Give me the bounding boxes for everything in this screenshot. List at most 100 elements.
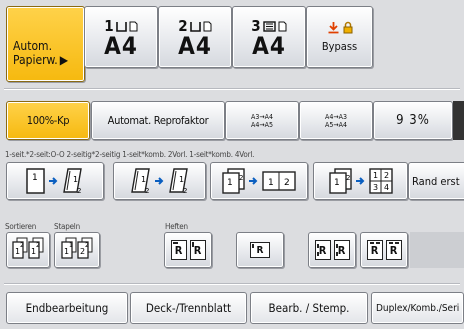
triangle-right-icon: ▶ — [59, 53, 68, 67]
two-sided-page-icon: 12 — [168, 168, 188, 194]
duplex-2to2-button[interactable]: 12 12 — [113, 162, 206, 200]
margin-erase-button[interactable]: Rand erst — [408, 162, 464, 200]
svg-text:2: 2 — [346, 174, 350, 182]
arrow-right-icon — [355, 177, 364, 185]
staple-page-glyph: R — [174, 243, 183, 257]
staple-two-top-button[interactable]: R R — [360, 232, 408, 268]
portrait-sheet-icon — [203, 21, 212, 31]
preset-enlarge-line2: A5→A4 — [325, 120, 347, 129]
staple-page-glyph: R — [318, 243, 327, 257]
staple-top-right-page-icon: R — [250, 242, 270, 258]
combine-2-originals-button[interactable]: 12 12 — [210, 162, 308, 200]
svg-text:1: 1 — [227, 178, 233, 188]
tray-paper-size: A4 — [252, 31, 286, 60]
divider — [4, 283, 460, 285]
staple-page-glyph: R — [389, 243, 398, 257]
full-size-button[interactable]: 100%-Kp — [6, 101, 90, 140]
svg-text:2: 2 — [85, 242, 89, 249]
stack-section-label: Stapeln — [54, 222, 80, 231]
preset-reduce-button[interactable]: A3→A4 A4→A5 — [225, 101, 299, 140]
svg-text:2: 2 — [145, 187, 149, 194]
sort-button[interactable]: 1212 — [6, 232, 50, 268]
one-sided-page-icon: 1 — [26, 168, 45, 194]
svg-text:1: 1 — [32, 173, 38, 183]
two-pages-icon: 12 — [328, 168, 352, 194]
tray-paper-size: A4 — [104, 31, 138, 60]
preset-enlarge-line1: A4→A3 — [325, 112, 347, 121]
staple-top-left-page-icon: R — [170, 240, 187, 260]
auto-reduce-enlarge-label: Automat. Reprofaktor — [107, 114, 209, 127]
two-pages-icon: 12 — [222, 168, 245, 194]
svg-text:4: 4 — [384, 183, 389, 192]
staple-page-glyph: R — [370, 243, 379, 257]
svg-text:2: 2 — [36, 242, 40, 249]
sort-section-label: Sortieren — [5, 222, 37, 231]
stack-button[interactable]: 1122 — [54, 232, 100, 268]
two-sided-page-icon: 12 — [130, 168, 150, 194]
arrow-right-icon — [249, 177, 258, 185]
svg-text:1: 1 — [334, 178, 340, 188]
duplex-section-labels: 1-seit.*2-seit:O-O 2-seitig*2-seitig 1-s… — [5, 150, 255, 159]
svg-text:3: 3 — [373, 183, 378, 192]
combined-4up-page-icon: 1 23 4 — [368, 168, 393, 194]
tray-3-button[interactable]: 3 A4 — [232, 6, 306, 68]
svg-text:2: 2 — [20, 242, 24, 249]
tray-1-button[interactable]: 1 A4 — [84, 6, 158, 68]
zoom-ratio-value: 9 3% — [396, 113, 430, 128]
auto-paper-label-line2: Papierw. — [13, 53, 58, 67]
preset-reduce-line2: A4→A5 — [251, 120, 273, 129]
svg-text:1: 1 — [373, 171, 378, 180]
staple-top-left-button[interactable]: R R — [164, 232, 212, 268]
staple-page-glyph: R — [256, 244, 264, 256]
stack-pages-icon: 1122 — [61, 237, 93, 259]
paper-tray-icon — [189, 21, 201, 32]
duplex-1to2-button[interactable]: 1 1 2 — [6, 162, 104, 200]
tab-duplex-combine-series[interactable]: Duplex/Komb./Seri — [371, 292, 464, 324]
tab-cover-slip-sheet[interactable]: Deck-/Trennblatt — [130, 292, 247, 324]
svg-text:2: 2 — [77, 187, 81, 194]
svg-text:2: 2 — [284, 178, 290, 188]
divider — [4, 88, 460, 90]
tray-2-button[interactable]: 2 A4 — [158, 6, 232, 68]
auto-paper-label-line1: Autom. — [13, 39, 53, 53]
staple-top-right-button[interactable]: R — [236, 232, 284, 268]
preset-reduce-line1: A3→A4 — [251, 112, 273, 121]
staple-two-left-page-icon: R — [314, 240, 331, 260]
staple-page-glyph: R — [337, 243, 346, 257]
svg-text:2: 2 — [183, 187, 187, 194]
staple-top-left-page-icon: R — [189, 240, 206, 260]
bypass-arrow-icon — [328, 22, 338, 34]
svg-text:1: 1 — [268, 178, 274, 188]
svg-text:1: 1 — [141, 175, 146, 184]
svg-text:2: 2 — [384, 171, 389, 180]
bypass-tray-button[interactable]: Bypass — [306, 6, 373, 68]
bypass-label: Bypass — [321, 40, 358, 53]
tab-edit-stamp[interactable]: Bearb. / Stemp. — [250, 292, 368, 324]
portrait-sheet-icon — [129, 21, 138, 31]
svg-text:2: 2 — [239, 174, 243, 182]
lock-icon — [343, 21, 352, 34]
large-capacity-tray-icon — [262, 20, 276, 32]
staple-two-top-page-icon: R — [366, 240, 383, 260]
staple-two-left-button[interactable]: R R — [308, 232, 356, 268]
auto-reduce-enlarge-button[interactable]: Automat. Reprofaktor — [91, 101, 225, 140]
arrow-right-icon — [154, 177, 163, 185]
staple-section-label: Heften — [165, 222, 188, 231]
staple-two-left-page-icon: R — [333, 240, 350, 260]
zoom-ratio-button[interactable]: 9 3% — [373, 101, 453, 140]
combine-4-originals-button[interactable]: 12 1234 — [313, 162, 408, 200]
sort-pages-icon: 1212 — [12, 237, 44, 259]
svg-text:1: 1 — [179, 175, 184, 184]
svg-text:1: 1 — [69, 242, 73, 249]
svg-text:1: 1 — [73, 175, 78, 184]
finishing-edge-strip — [410, 232, 464, 268]
paper-tray-icon — [115, 21, 127, 32]
arrow-right-icon — [49, 177, 58, 185]
tray-paper-size: A4 — [178, 31, 212, 60]
preset-enlarge-button[interactable]: A4→A3 A5→A4 — [299, 101, 373, 140]
portrait-sheet-icon — [278, 21, 287, 31]
margin-erase-label: Rand erst — [412, 174, 460, 188]
auto-paper-select-button[interactable]: Autom. Papierw. ▶ — [6, 6, 85, 82]
tab-finishing[interactable]: Endbearbeitung — [6, 292, 128, 324]
zoom-edge-strip — [453, 101, 464, 140]
